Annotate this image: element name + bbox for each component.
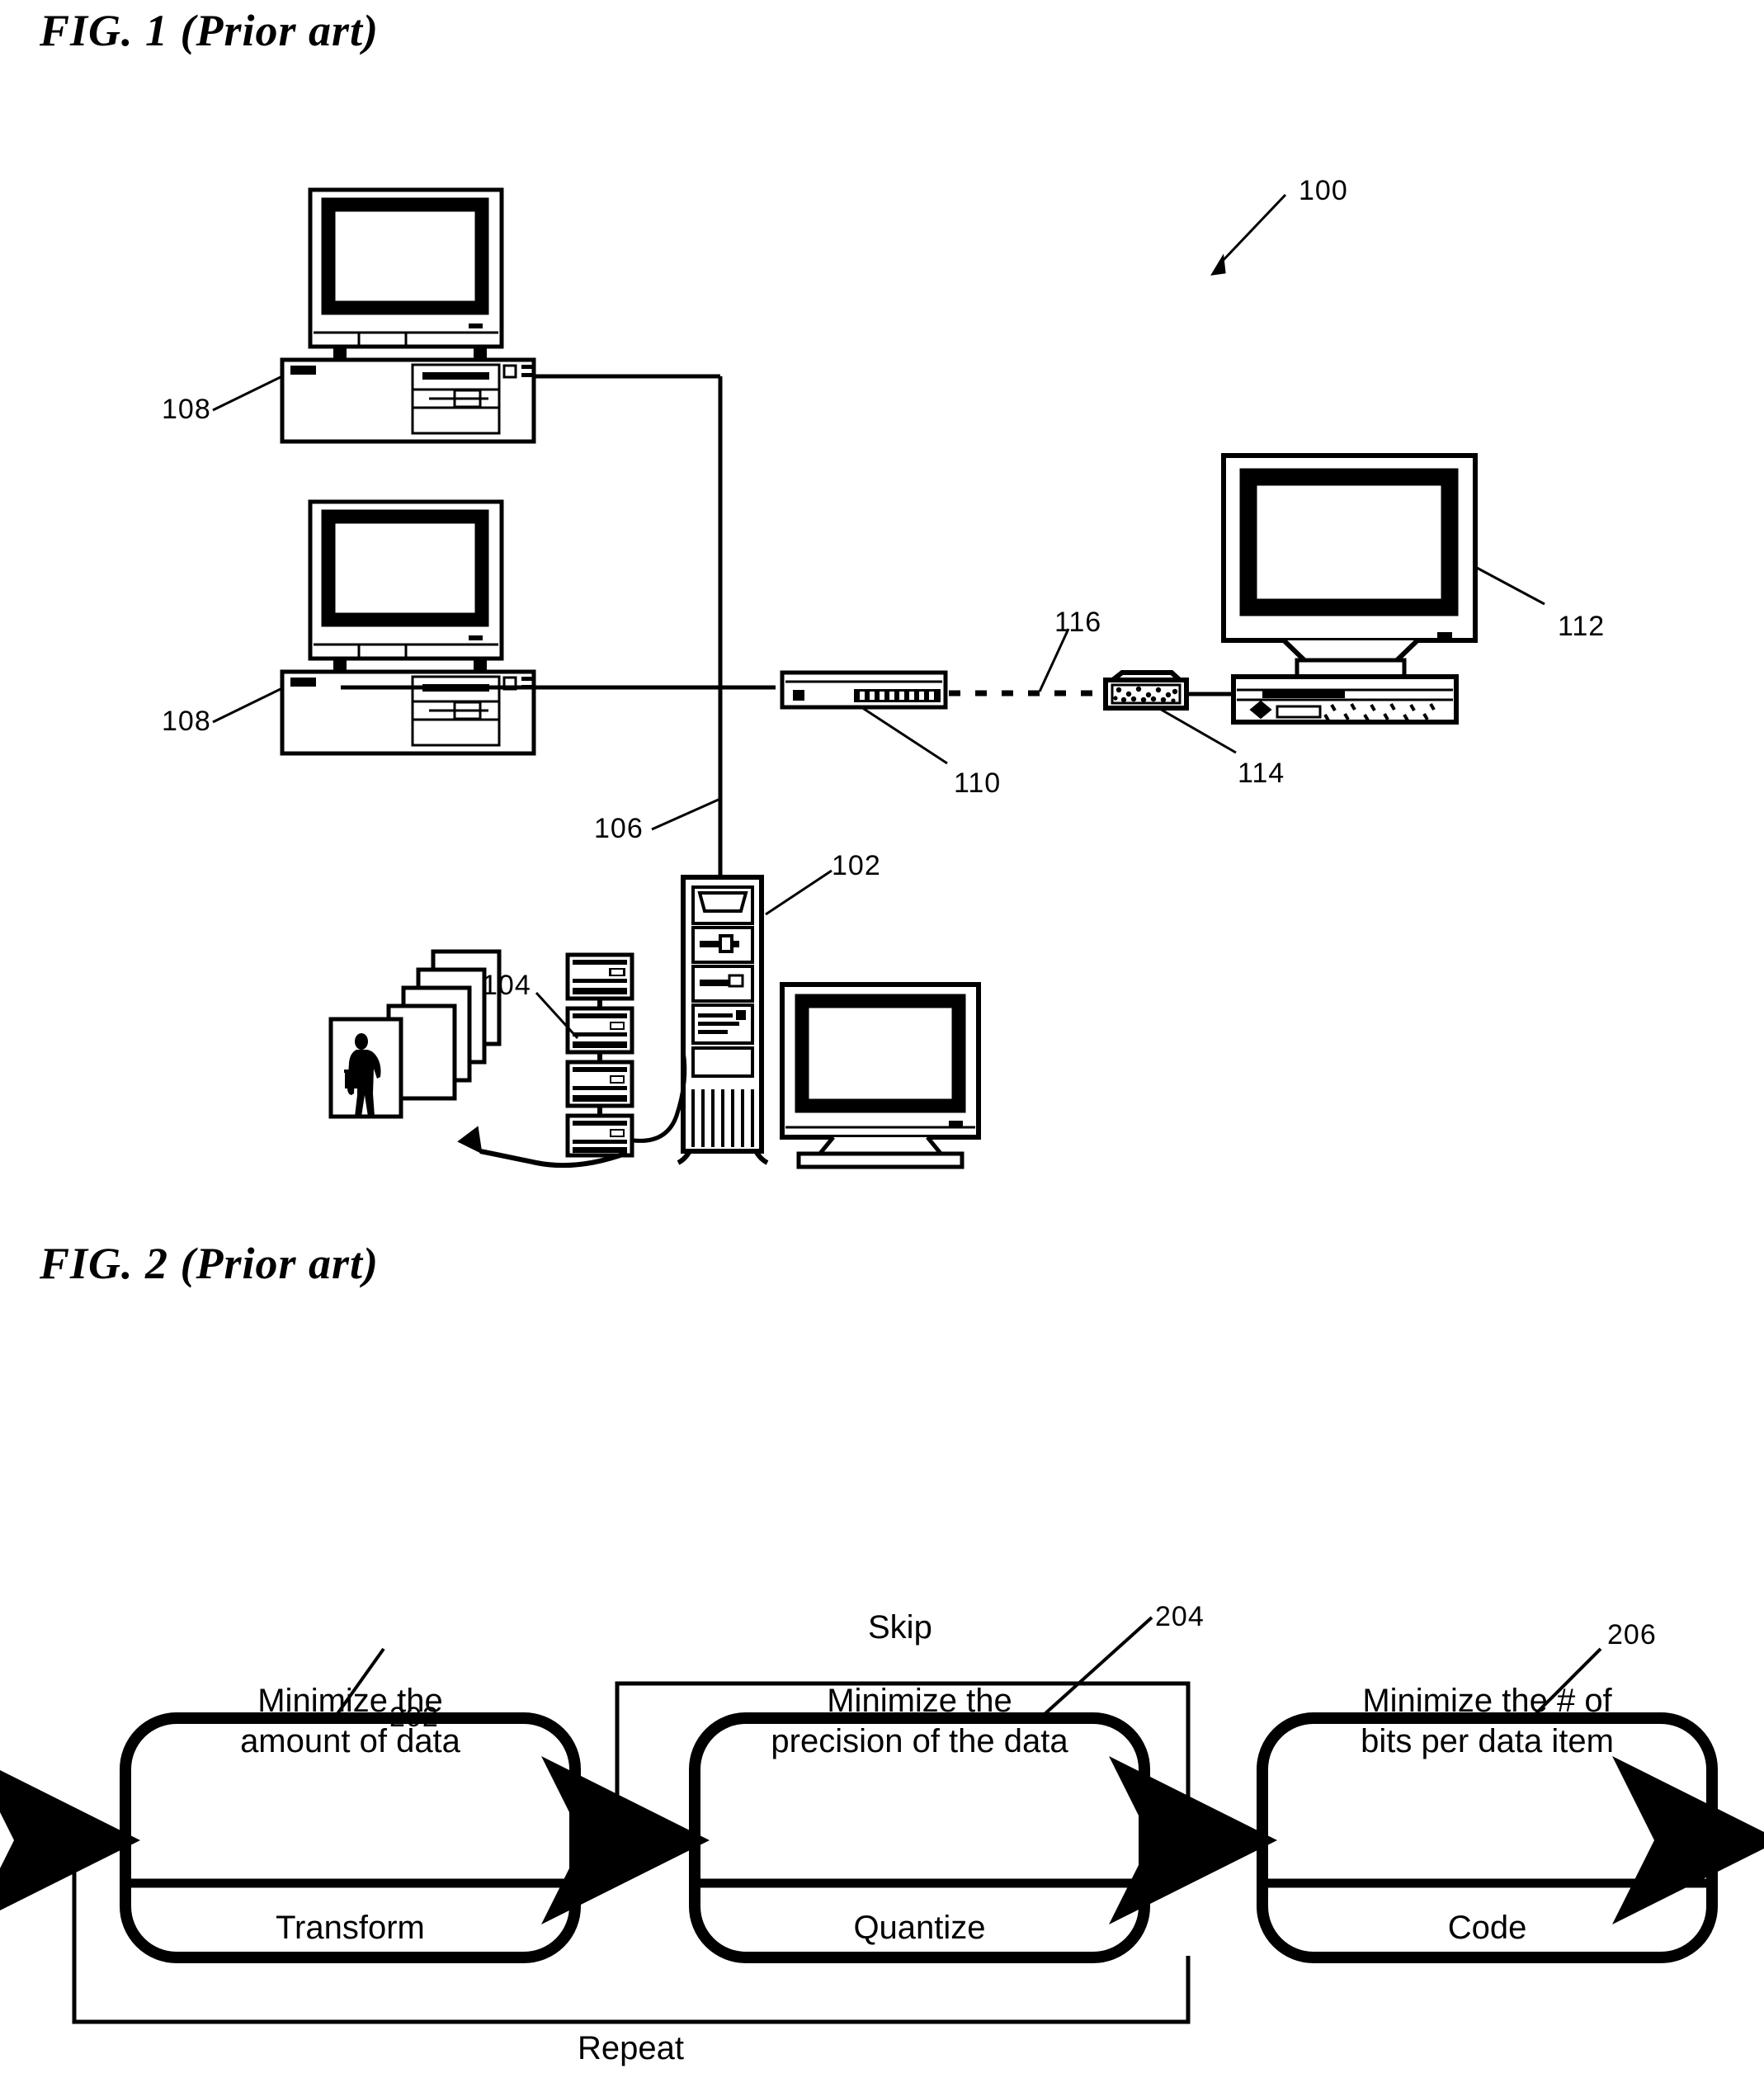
ref-numeral-106: 106 xyxy=(594,813,644,844)
ref-numeral-110: 110 xyxy=(954,767,1002,799)
modem-graphic xyxy=(1103,670,1236,711)
figure-1-drawing xyxy=(212,187,1545,1169)
stage-code-headline-line2: bits per data item xyxy=(1361,1722,1614,1759)
ref-numeral-202: 202 xyxy=(389,1702,439,1733)
ref-numeral-204: 204 xyxy=(1155,1601,1205,1632)
lead-line-112 xyxy=(1474,565,1545,606)
lead-line-108-bottom xyxy=(212,687,283,724)
lead-line-102 xyxy=(765,869,832,916)
ref-numeral-112: 112 xyxy=(1558,611,1606,642)
ref-numeral-206: 206 xyxy=(1607,1619,1657,1650)
lead-line-106 xyxy=(651,797,721,831)
stage-code-headline: Minimize the # of bits per data item xyxy=(1262,1681,1712,1762)
server-tower-graphic xyxy=(677,854,769,1165)
lead-line-108-top xyxy=(212,375,283,412)
client-workstation-top-graphic xyxy=(280,187,536,444)
repeat-label: Repeat xyxy=(578,2030,684,2066)
stage-quantize-headline: Minimize the precision of the data xyxy=(695,1681,1144,1762)
lead-line-114 xyxy=(1158,706,1237,754)
lead-line-110 xyxy=(861,706,948,765)
ref-numeral-116: 116 xyxy=(1054,607,1102,638)
remote-computer-graphic xyxy=(1221,453,1478,725)
stage-code-headline-line1: Minimize the # of xyxy=(1362,1683,1612,1719)
skip-label: Skip xyxy=(868,1609,932,1646)
stage-transform-headline-line2: amount of data xyxy=(240,1722,460,1759)
ref-numeral-108-bottom: 108 xyxy=(162,706,211,737)
stage-quantize-headline-line2: precision of the data xyxy=(771,1722,1068,1759)
ref-numeral-108-top: 108 xyxy=(162,394,211,425)
server-monitor-graphic xyxy=(780,982,981,1169)
stage-transform-headline: Minimize the amount of data xyxy=(125,1681,575,1762)
lead-line-100 xyxy=(1210,193,1287,276)
stage-transform-headline-line1: Minimize the xyxy=(257,1683,443,1719)
ref-numeral-102: 102 xyxy=(832,850,881,881)
stage-transform-name: Transform xyxy=(276,1910,425,1946)
stage-quantize-name: Quantize xyxy=(853,1910,986,1946)
ref-numeral-114: 114 xyxy=(1238,758,1285,789)
stage-code-name: Code xyxy=(1447,1910,1527,1946)
stage-quantize-headline-line1: Minimize the xyxy=(827,1683,1012,1719)
client-workstation-bottom-graphic xyxy=(280,499,536,756)
ref-numeral-104: 104 xyxy=(482,970,531,1001)
network-hub-graphic xyxy=(780,670,948,710)
disk-array-graphic xyxy=(565,952,687,1158)
figure-2-title: FIG. 2 (Prior art) xyxy=(40,1239,380,1288)
ref-numeral-100: 100 xyxy=(1299,175,1348,206)
